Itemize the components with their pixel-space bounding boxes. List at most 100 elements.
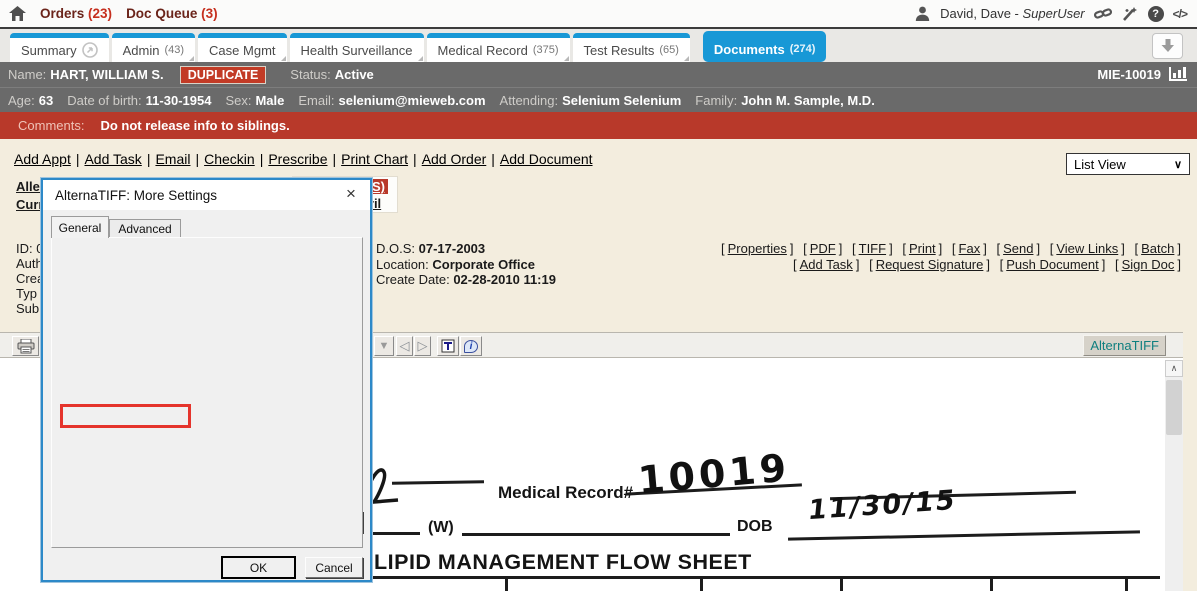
wand-icon[interactable] [1121,5,1139,23]
patient-family: John M. Sample, M.D. [741,93,875,108]
location-label: Location: [376,257,429,272]
doc-action-print[interactable]: Print [909,241,936,256]
about-button[interactable]: i [460,336,482,356]
doc-action-request-signature[interactable]: Request Signature [876,257,984,272]
patient-header-row1: Name: HART, WILLIAM S. DUPLICATE Status:… [0,62,1197,87]
family-label: Family: [695,93,737,108]
patient-attending: Selenium Selenium [562,93,681,108]
close-icon[interactable]: × [340,183,362,205]
code-icon[interactable]: </> [1173,7,1187,21]
scroll-up-button[interactable]: ∧ [1165,360,1183,377]
handwritten-mr-number: 10019 [636,445,791,502]
doc-subject-partial: Sub [16,301,44,316]
nav-doc-queue[interactable]: Doc Queue (3) [126,6,218,21]
prev-page-button[interactable]: ◁ [396,336,413,356]
highlight-rectangle [60,404,191,428]
doc-action-view-links[interactable]: View Links [1056,241,1118,256]
current-user[interactable]: David, Dave - SuperUser [940,6,1085,21]
action-add-task[interactable]: Add Task [84,151,141,167]
viewer-scrollbar[interactable]: ∧ [1165,360,1183,591]
dialog-title: AlternaTIFF: More Settings [43,180,370,210]
separator: | [491,151,495,167]
info-balloon-icon: i [464,340,478,353]
dialog-tab-advanced[interactable]: Advanced [109,219,181,238]
tab-menu-fold [418,56,423,61]
popout-icon[interactable] [82,42,98,58]
doc-action-add-task[interactable]: Add Task [800,257,853,272]
doc-auth-partial: Auth [16,256,44,271]
doc-created-partial: Crea [16,271,44,286]
tab-health-surveillance[interactable]: Health Surveillance [290,33,424,62]
view-mode-select[interactable]: List View ∨ [1066,153,1190,175]
document-meta-partial: ID: 0 Auth Crea Typ Sub [16,241,44,316]
flowsheet-chart-icon[interactable] [1169,67,1187,81]
print-button[interactable] [12,336,39,356]
cancel-button[interactable]: Cancel [305,557,363,578]
separator: | [76,151,80,167]
doc-action-send[interactable]: Send [1003,241,1033,256]
help-icon[interactable]: ? [1148,6,1164,22]
doc-action-sign-doc[interactable]: Sign Doc [1122,257,1175,272]
doc-action-batch[interactable]: Batch [1141,241,1174,256]
action-checkin[interactable]: Checkin [204,151,255,167]
doc-type-partial: Typ [16,286,44,301]
action-email[interactable]: Email [155,151,190,167]
zoom-combo-button[interactable]: ▼ [374,336,394,356]
name-label: Name: [8,67,46,82]
email-label: Email: [298,93,334,108]
home-icon[interactable] [8,5,26,23]
action-print-chart[interactable]: Print Chart [341,151,408,167]
doc-queue-count: (3) [201,6,218,21]
doc-action-pdf[interactable]: PDF [810,241,836,256]
blank-line [392,480,484,485]
tab-documents[interactable]: Documents (274) [703,31,826,62]
print-setup-button[interactable] [437,336,459,356]
action-prescribe[interactable]: Prescribe [268,151,327,167]
tab-label: Case Mgmt [209,43,275,58]
location-value: Corporate Office [432,257,535,272]
patient-name: HART, WILLIAM S. [50,67,163,82]
separator: | [332,151,336,167]
tab-case-mgmt[interactable]: Case Mgmt [198,33,286,62]
action-add-order[interactable]: Add Order [422,151,487,167]
doc-action-tiff[interactable]: TIFF [859,241,886,256]
tab-test-results[interactable]: Test Results (65) [573,33,690,62]
chart-actions: Add Appt|Add Task|Email|Checkin|Prescrib… [14,151,593,167]
grid-line [840,578,843,591]
tab-medical-record[interactable]: Medical Record (375) [427,33,570,62]
current-meds-link-partial[interactable]: Curr [16,197,43,212]
tab-admin[interactable]: Admin (43) [112,33,195,62]
grid-line [1125,578,1128,591]
download-arrow-icon [1161,39,1175,53]
doc-action-push-document[interactable]: Push Document [1006,257,1099,272]
tab-menu-fold [189,56,194,61]
separator: | [195,151,199,167]
tab-menu-fold [684,56,689,61]
view-mode-value: List View [1074,157,1126,172]
action-add-appt[interactable]: Add Appt [14,151,71,167]
tab-label: Documents [714,42,785,57]
nav-orders[interactable]: Orders (23) [40,6,112,21]
dob-blank-line [788,530,1140,540]
patient-status: Active [335,67,374,82]
grid-line [505,578,508,591]
ok-button[interactable]: OK [222,557,295,578]
next-page-button[interactable]: ▷ [414,336,431,356]
comments-text: Do not release info to siblings. [100,118,289,133]
action-add-document[interactable]: Add Document [500,151,593,167]
dialog-tab-general[interactable]: General [51,216,109,238]
patient-age: 63 [39,93,53,108]
document-actions-row1: [Properties] [PDF] [TIFF] [Print] [Fax] … [718,241,1184,257]
doc-action-fax[interactable]: Fax [959,241,981,256]
download-button[interactable] [1152,33,1183,59]
document-meta: D.O.S: 07-17-2003 Location: Corporate Of… [376,241,556,288]
doc-action-properties[interactable]: Properties [728,241,787,256]
tab-summary[interactable]: Summary [10,33,109,62]
user-icon [913,5,931,23]
patient-dob: 11-30-1954 [146,93,212,108]
duplicate-badge[interactable]: DUPLICATE [180,66,267,84]
link-icon[interactable] [1094,5,1112,23]
status-label: Status: [290,67,330,82]
create-date-label: Create Date: [376,272,450,287]
scrollbar-thumb[interactable] [1166,380,1182,435]
